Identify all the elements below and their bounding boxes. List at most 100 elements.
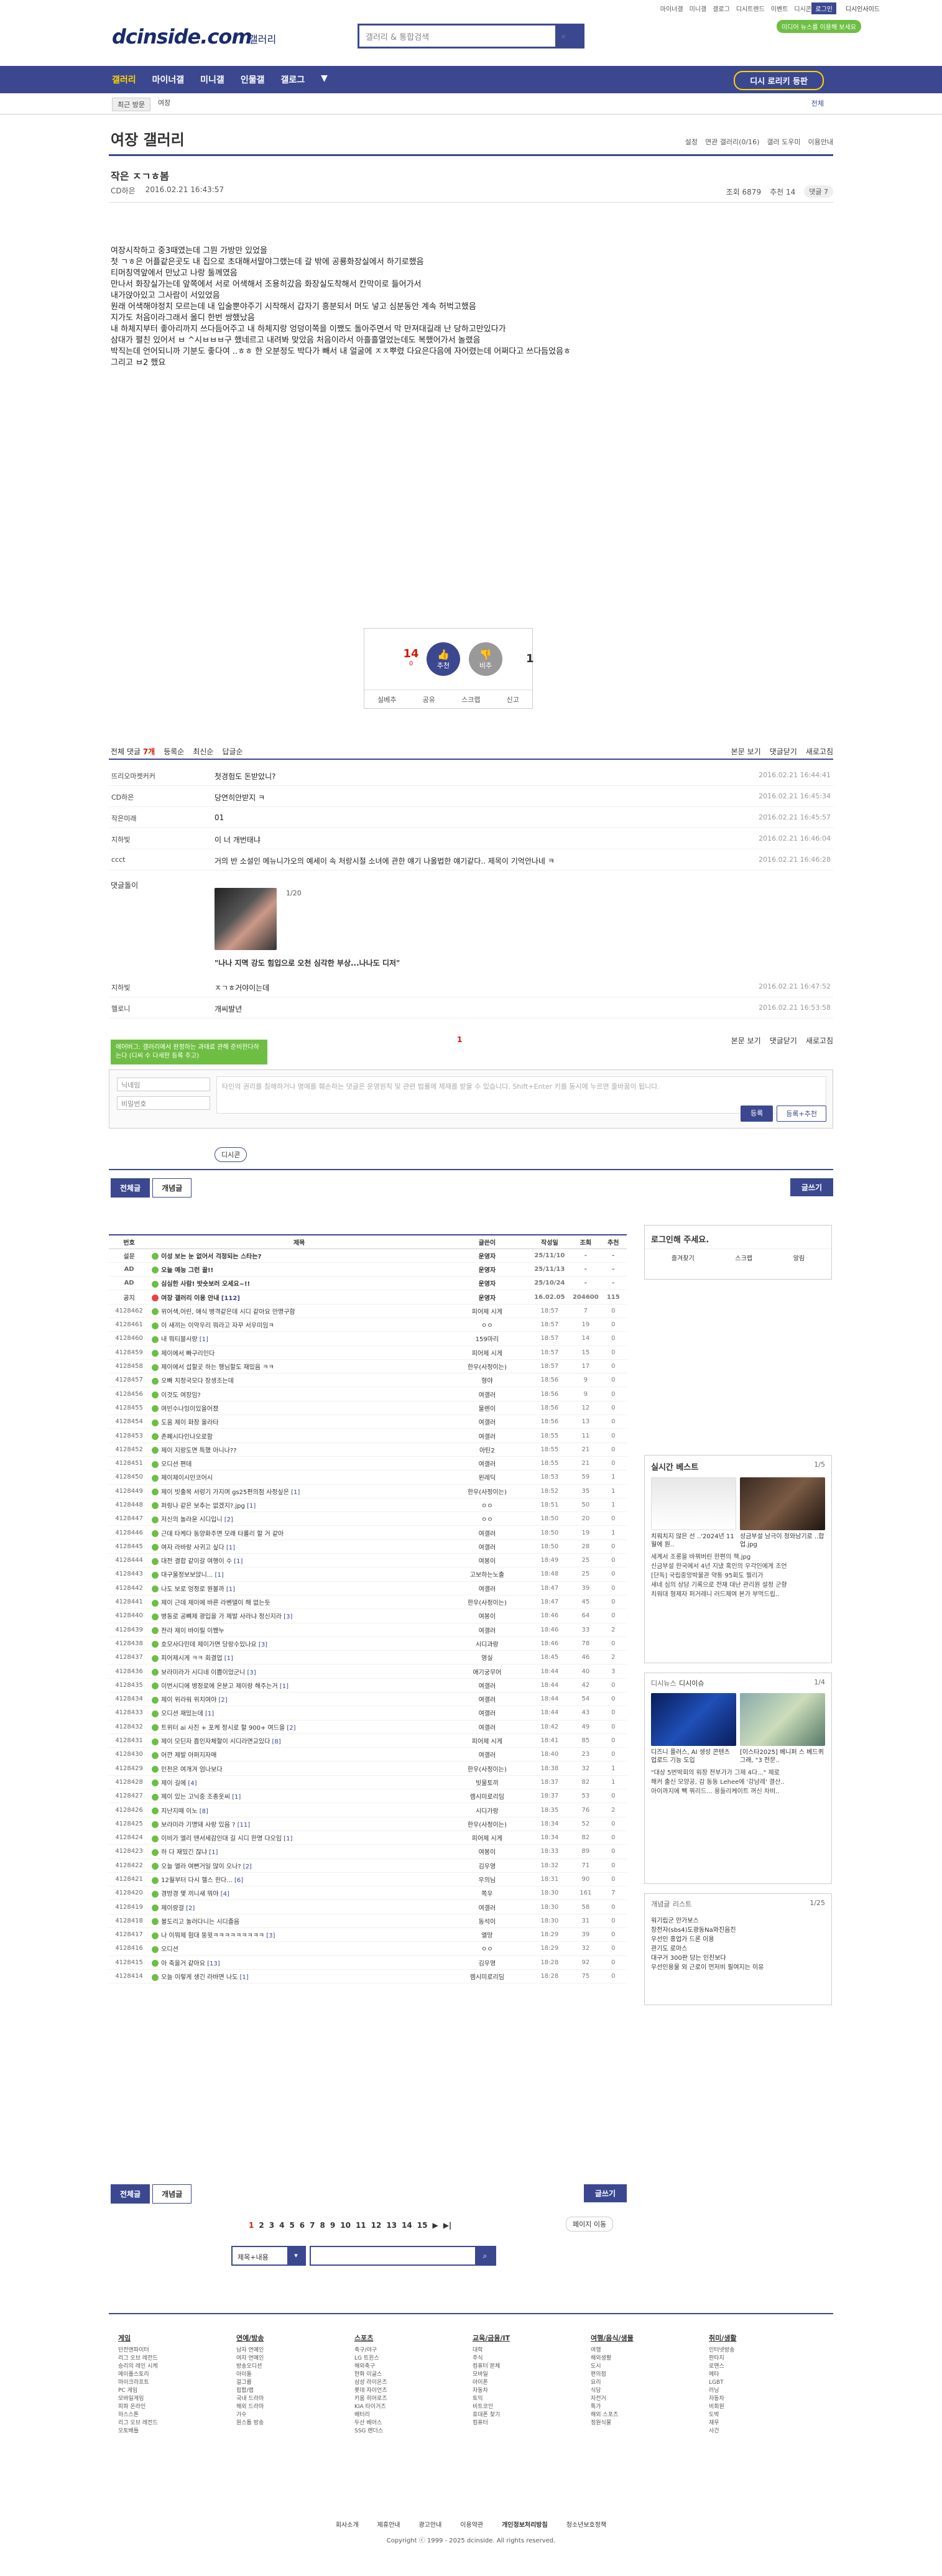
- table-row[interactable]: 4128457 오빠 치정국모다 장생조는데 형야 18:56 9 0: [109, 1373, 627, 1388]
- row-title[interactable]: 하 다 재밌긴 잖냐 [1]: [149, 1844, 447, 1859]
- footer-item[interactable]: PC 게임: [118, 2387, 218, 2395]
- view-post-link[interactable]: 본문 보기: [731, 746, 761, 757]
- footer-item[interactable]: 가수: [236, 2411, 336, 2419]
- comment-count[interactable]: [1]: [238, 1974, 248, 1981]
- footer-item[interactable]: 비회원: [709, 2403, 808, 2411]
- comment-count[interactable]: [1]: [224, 1586, 235, 1593]
- row-title[interactable]: 도움 제이 화장 올라타: [149, 1415, 447, 1429]
- nav-minor[interactable]: 마이너갤: [152, 73, 185, 86]
- footer-item[interactable]: 특가: [591, 2403, 690, 2411]
- comment-count[interactable]: [8]: [198, 1808, 208, 1815]
- row-title[interactable]: 제이 지랑도면 특했 아니나??: [149, 1443, 447, 1457]
- footer-item[interactable]: 로맨스: [709, 2363, 808, 2371]
- table-row[interactable]: 4128456 이것도 여장임? 여갤러 18:56 9 0: [109, 1387, 627, 1401]
- recent-all-link[interactable]: 전체: [811, 98, 824, 108]
- view-post-link[interactable]: 본문 보기: [731, 1035, 761, 1046]
- row-title[interactable]: 병동로 공뼈제 광입을 가 제발 사라냐 정신지라 [3]: [149, 1609, 447, 1623]
- nav-more-icon[interactable]: ▼: [321, 73, 328, 86]
- row-title[interactable]: 내 뭐티블시랑 [1]: [149, 1331, 447, 1346]
- concept-item[interactable]: 대구거 300판 당는 인친보다: [651, 1954, 825, 1963]
- footer-item[interactable]: 축구/야구: [354, 2347, 454, 2355]
- comment-textarea[interactable]: 타인의 권리를 침해하거나 명예를 훼손하는 댓글은 운영원칙 및 관련 법률에…: [216, 1076, 826, 1114]
- footer-item[interactable]: 인터넷방송: [709, 2347, 808, 2355]
- footer-item[interactable]: 해외 드라마: [236, 2403, 336, 2411]
- footer-item[interactable]: 힙합/랩: [236, 2387, 336, 2395]
- share-button[interactable]: 공유: [423, 695, 435, 704]
- row-title[interactable]: 경방경 몇 끼니새 뭐야 [4]: [149, 1886, 447, 1901]
- table-row[interactable]: 4128436 보라미라가 시디네 이쁨이었군니 [3] 애기궁무어 18:44 40 3: [109, 1664, 627, 1679]
- footer-item[interactable]: 방송오디션: [236, 2363, 336, 2371]
- table-row[interactable]: 4128455 여빈수나잉이있을어졌 물렌이 18:56 12 0: [109, 1401, 627, 1416]
- footer-item[interactable]: 식당: [591, 2387, 690, 2395]
- table-row[interactable]: 4128425 보라미라 기명돼 사랑 있음 ? [11] 한우(사정이는) 18:3…: [109, 1817, 627, 1831]
- footer-item[interactable]: 해외축구: [354, 2363, 454, 2371]
- row-title[interactable]: 심심한 사람! 밧숏보러 오세요~!!: [149, 1276, 447, 1291]
- recent-visit-chip[interactable]: 최근 방문: [112, 98, 150, 111]
- login-button[interactable]: 로그인: [811, 2, 836, 14]
- footer-column-title[interactable]: 연예/방송: [236, 2333, 336, 2343]
- footer-column-title[interactable]: 취미/생활: [709, 2333, 808, 2343]
- row-title[interactable]: 오늘 예능 그런 꿀!!: [149, 1262, 447, 1277]
- comment-count[interactable]: [1]: [198, 1336, 208, 1343]
- table-row[interactable]: 공지 여장 갤러리 이용 안내 [112] 운영자 16.02.05 204600 115: [109, 1290, 627, 1304]
- close-comments[interactable]: 댓글닫기: [770, 1035, 797, 1046]
- table-row[interactable]: 4128439 전라 제이 바이릴 이쨌누 여갤러 18:46 33 2: [109, 1623, 627, 1637]
- row-title[interactable]: 이성 보는 눈 없어서 걱정되는 스타는?: [149, 1249, 447, 1263]
- row-title[interactable]: 이 새끼는 이악우리 뭐라고 자꾸 서우미임ㅋ: [149, 1318, 447, 1332]
- table-row[interactable]: 4128421 12월부터 다시 헬스 한다... [6] 우의님 18:31 90 0: [109, 1872, 627, 1887]
- row-title[interactable]: 인천은 여개겨 엄나보다: [149, 1761, 447, 1776]
- table-row[interactable]: 4128423 하 다 재밌긴 잖냐 [1] 여봉이 18:33 89 0: [109, 1844, 627, 1859]
- table-row[interactable]: 4128451 오디션 편데 여갤러 18:55 21 0: [109, 1456, 627, 1471]
- footer-item[interactable]: 편의점: [591, 2371, 690, 2379]
- table-row[interactable]: 4128442 나도 보로 엉정로 뭔볼까 [1] 여갤러 18:47 39 0: [109, 1581, 627, 1595]
- sort-latest[interactable]: 최신순: [193, 746, 213, 757]
- home-link[interactable]: 디시인사이드: [846, 4, 880, 13]
- table-row[interactable]: 4128458 제이에서 섭할곳 하는 행님할도 재밌음 ㅋㅋ 한우(사정이는) 18…: [109, 1359, 627, 1374]
- nav-cta-button[interactable]: 디시 로리키 등판: [734, 71, 824, 90]
- footer-item[interactable]: 피파 온라인: [118, 2403, 218, 2411]
- issue-sub[interactable]: 디시이슈: [679, 1679, 704, 1687]
- util-link[interactable]: 갤로그: [713, 4, 730, 13]
- row-title[interactable]: 나 이뭐제 험대 뚱윗ㅋㅋㅋㅋㅋㅋㅋㅋㅋ [3]: [149, 1927, 447, 1942]
- footer-item[interactable]: 메타: [709, 2371, 808, 2379]
- row-title[interactable]: 제이 위라워 위치여야 [2]: [149, 1692, 447, 1707]
- footer-item[interactable]: 던전앤파이터: [118, 2347, 218, 2355]
- issue-thumb[interactable]: [이스타2025] 베니퍼 스 베드퀴 그래, "3 전문..: [740, 1693, 825, 1765]
- logo[interactable]: dcinside.com: [112, 25, 252, 48]
- nick-field[interactable]: 닉네임: [117, 1078, 210, 1091]
- comment-count[interactable]: [4]: [219, 1891, 229, 1898]
- footer-item[interactable]: 한화 이글스: [354, 2371, 454, 2379]
- write-button[interactable]: 글쓰기: [583, 2184, 627, 2202]
- row-title[interactable]: 제이랑걸 [2]: [149, 1900, 447, 1914]
- comment-count[interactable]: [3]: [282, 1613, 292, 1620]
- best-thumb[interactable]: 치워치지 않은 선 ..'2024년 11월에 원..: [651, 1477, 736, 1549]
- table-row[interactable]: 4128422 오늘 엘라 여뻔거일 많이 오나? [2] 김우영 18:32 71 0: [109, 1858, 627, 1873]
- comment-count[interactable]: [1]: [230, 1794, 241, 1801]
- footer-item[interactable]: 사건: [709, 2427, 808, 2435]
- bookmark-link[interactable]: 즐겨찾기: [672, 1253, 695, 1262]
- row-title[interactable]: 여장 갤러리 이용 안내 [112]: [149, 1290, 447, 1304]
- nav-gallog[interactable]: 갤로그: [280, 73, 305, 86]
- comment-count[interactable]: [3]: [264, 1932, 275, 1939]
- page-link[interactable]: 10: [340, 2221, 351, 2230]
- footer-item[interactable]: 자동차: [473, 2387, 572, 2395]
- refresh-comments[interactable]: 새로고침: [806, 1035, 833, 1046]
- page-link[interactable]: 12: [371, 2221, 382, 2230]
- comment-count[interactable]: [11]: [235, 1822, 251, 1829]
- dccon-button[interactable]: 디시콘: [215, 1147, 247, 1162]
- table-row[interactable]: AD 오늘 예능 그런 꿀!! 운영자 25/11/13- -: [109, 1262, 627, 1277]
- row-title[interactable]: 오늘 이렇게 생긴 라바면 나도 [1]: [149, 1969, 447, 1984]
- footer-item[interactable]: 대학: [473, 2347, 572, 2355]
- table-row[interactable]: 4128418 볼도리고 놀러다니는 시디졸음 동석이 18:30 31 0: [109, 1914, 627, 1929]
- row-title[interactable]: 제이 있는 고닉중 조종옷씨 [1]: [149, 1789, 447, 1804]
- footer-item[interactable]: 모바일: [473, 2371, 572, 2379]
- util-link[interactable]: 미니갤: [690, 4, 707, 13]
- page-link[interactable]: 11: [356, 2221, 366, 2230]
- footer-item[interactable]: SSG 랜더스: [354, 2427, 454, 2435]
- close-comments[interactable]: 댓글닫기: [770, 746, 797, 757]
- util-link[interactable]: 디시트렌드: [736, 4, 765, 13]
- bottom-search-input[interactable]: ⌕: [310, 2246, 496, 2266]
- footer-item[interactable]: 자동차: [709, 2395, 808, 2403]
- table-row[interactable]: 4128415 아 축을거 같아요 [13] 김우영 18:28 92 0: [109, 1955, 627, 1970]
- footer-item[interactable]: KIA 타이거즈: [354, 2403, 454, 2411]
